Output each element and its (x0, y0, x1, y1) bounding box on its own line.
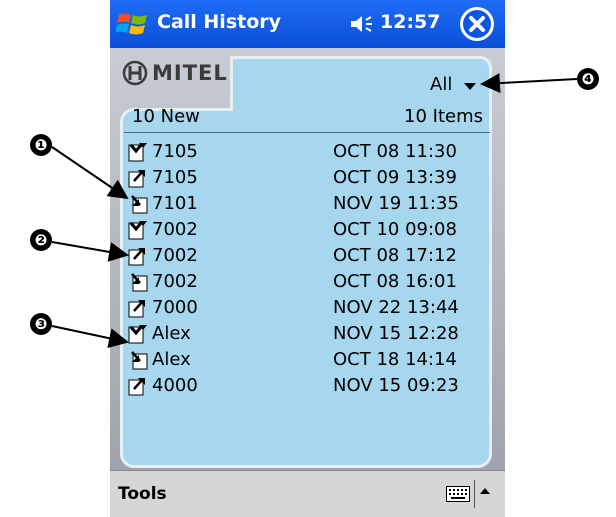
outgoing-call-icon (128, 300, 145, 318)
call-row[interactable]: Alex NOV 15 12:28 (128, 321, 478, 347)
callout-4: ❹ (577, 68, 599, 90)
incoming-call-icon (131, 273, 148, 292)
dropdown-arrow-icon[interactable] (464, 83, 476, 90)
call-list: 7105 OCT 08 11:30 7105 OCT 09 13:39 7101… (128, 139, 478, 399)
sip-menu-arrow-icon[interactable] (480, 488, 490, 494)
clock[interactable]: 12:57 (380, 11, 440, 33)
filter-dropdown[interactable]: All (430, 74, 452, 95)
close-button[interactable] (460, 7, 494, 41)
call-row[interactable]: 7002 OCT 08 16:01 (128, 269, 478, 295)
windows-start-icon[interactable] (116, 7, 150, 41)
missed-call-icon (128, 143, 147, 162)
title-bar: Call History 12:57 (110, 0, 505, 48)
call-row[interactable]: 4000 NOV 15 09:23 (128, 373, 478, 399)
menu-bar: Tools (110, 470, 505, 517)
call-row[interactable]: 7000 NOV 22 13:44 (128, 295, 478, 321)
keyboard-icon[interactable] (446, 486, 470, 502)
divider (124, 132, 490, 133)
outgoing-call-icon (128, 378, 145, 396)
call-history-panel: MITEL All 10 New 10 Items 7105 OCT 08 11… (110, 48, 505, 470)
sip-separator (474, 480, 475, 508)
new-count: 10 New (132, 106, 200, 127)
tools-menu[interactable]: Tools (118, 484, 167, 504)
callout-2: ❷ (30, 229, 52, 251)
app-title: Call History (157, 11, 282, 33)
outgoing-call-icon (128, 170, 145, 188)
call-row[interactable]: 7105 OCT 09 13:39 (128, 165, 478, 191)
missed-call-icon (128, 325, 147, 344)
call-row[interactable]: 7101 NOV 19 11:35 (128, 191, 478, 217)
outgoing-call-icon (128, 248, 145, 266)
item-count: 10 Items (404, 106, 483, 127)
call-row[interactable]: 7105 OCT 08 11:30 (128, 139, 478, 165)
call-row[interactable]: 7002 OCT 10 09:08 (128, 217, 478, 243)
pocket-pc-screen: Call History 12:57 MITEL All 10 New 10 I (110, 0, 505, 517)
brand-name: MITEL (152, 61, 228, 85)
call-row[interactable]: Alex OCT 18 14:14 (128, 347, 478, 373)
missed-call-icon (128, 221, 147, 240)
speaker-volume-icon[interactable] (349, 13, 375, 35)
call-row[interactable]: 7002 OCT 08 17:12 (128, 243, 478, 269)
incoming-call-icon (131, 195, 148, 214)
callout-3: ❸ (30, 313, 52, 335)
mitel-logo-icon (122, 60, 148, 86)
incoming-call-icon (131, 351, 148, 370)
callout-1: ❶ (30, 134, 52, 156)
close-icon (463, 10, 491, 38)
